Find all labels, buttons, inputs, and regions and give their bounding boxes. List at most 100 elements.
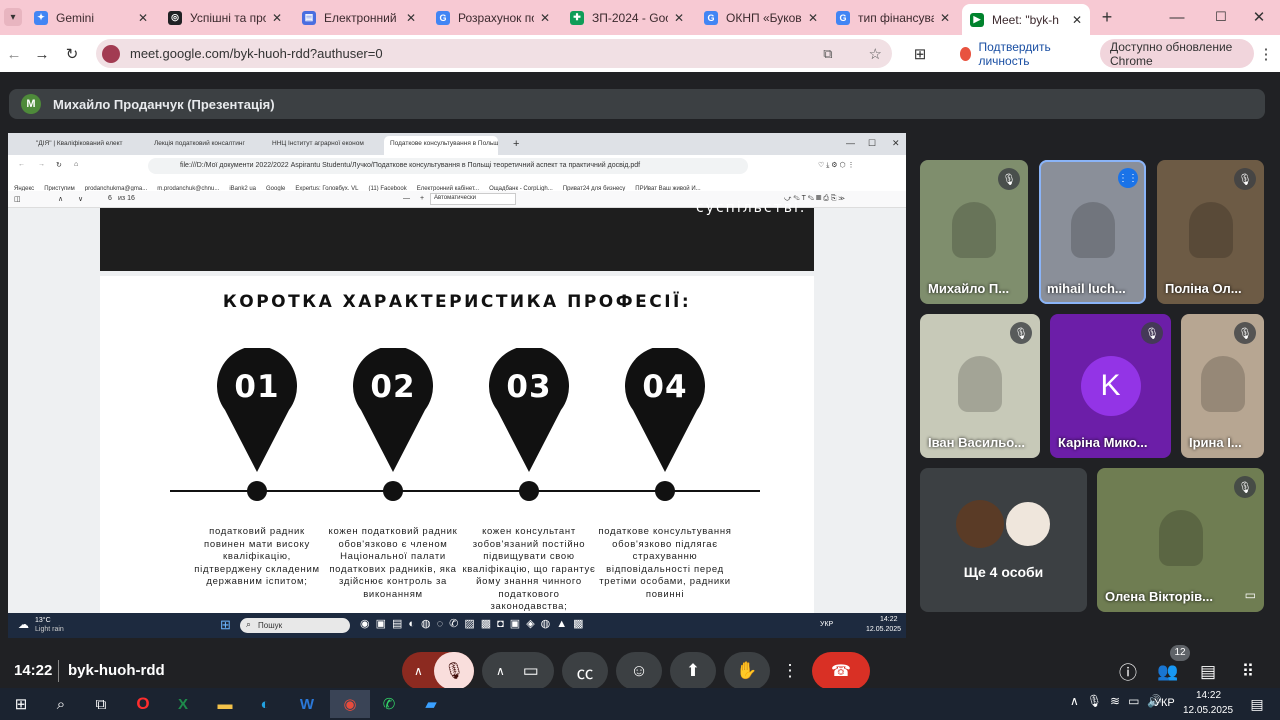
browser-tab[interactable]: ▶ Meet: "byk-h ✕	[962, 4, 1090, 35]
item-description: податковий радник повинен мати високу кв…	[194, 526, 320, 587]
participant-silhouette	[1188, 202, 1233, 258]
mic-options-icon[interactable]: ∧	[414, 664, 423, 678]
file-explorer-icon[interactable]: ▬	[210, 690, 240, 718]
taskbar-date[interactable]: 12.05.2025	[1183, 705, 1233, 716]
participant-tile[interactable]: K 🎙 Каріна Мико...	[1050, 314, 1171, 458]
mic-off-icon: 🎙	[998, 168, 1020, 190]
participant-tile[interactable]: ⋮⋮ mihail luch...	[1039, 160, 1146, 304]
start-icon[interactable]: ⊞	[6, 690, 36, 718]
forward-icon[interactable]: →	[32, 44, 52, 64]
taskbar-time[interactable]: 14:22	[1196, 690, 1221, 701]
excel-icon[interactable]: X	[168, 690, 198, 718]
participant-tile[interactable]: 🎙 Поліна Ол...	[1157, 160, 1264, 304]
browser-tab[interactable]: ✦ Gemini ✕	[26, 4, 156, 31]
tab-close-icon[interactable]: ✕	[1072, 13, 1082, 27]
item-number: 03	[506, 369, 552, 405]
pdf-page-count: из 16	[118, 195, 135, 202]
browser-tab[interactable]: Gтип фінансуван ✕	[828, 4, 958, 31]
weather-desc: Light rain	[35, 626, 64, 633]
browser-tab[interactable]: G Розрахунок пок ✕	[428, 4, 558, 31]
inner-lang: УКР	[820, 621, 834, 628]
minimize-icon[interactable]: —	[1168, 8, 1186, 26]
emoji-icon: ☺	[630, 661, 648, 680]
others-avatar-1	[956, 500, 1004, 548]
word-icon[interactable]: W	[292, 690, 322, 718]
raise-hand-button[interactable]: ✋	[724, 652, 770, 690]
inner-clock: 14:22	[880, 616, 898, 623]
tab-close-icon[interactable]: ✕	[272, 11, 282, 25]
hang-up-icon: ☎	[831, 663, 851, 680]
tab-search-icon[interactable]: ▾	[4, 8, 22, 26]
site-info-icon[interactable]	[102, 44, 120, 63]
item-description: кожен податковий радник обов'язково є чл…	[328, 526, 458, 600]
others-tile[interactable]: Ще 4 особи	[920, 468, 1087, 612]
chrome-icon[interactable]: ◉	[330, 690, 370, 718]
presenter-label: Михайло Проданчук (Презентація)	[53, 96, 275, 112]
bookmark-star-icon[interactable]: ☆	[869, 45, 882, 63]
browser-tab[interactable]: ✚ ЗП-2024 - Goog ✕	[562, 4, 692, 31]
participant-tile[interactable]: 🎙 Ірина І...	[1181, 314, 1264, 458]
maximize-icon[interactable]: ☐	[1212, 8, 1230, 26]
close-window-icon[interactable]: ✕	[1250, 8, 1268, 26]
app-icon[interactable]: ▰	[416, 690, 446, 718]
address-bar[interactable]: meet.google.com/byk-huoh-rdd?authuser=0 …	[96, 39, 892, 68]
others-avatar-2	[1004, 500, 1052, 548]
chat-icon[interactable]: ▤	[1196, 660, 1220, 684]
tab-close-icon[interactable]: ✕	[138, 11, 148, 25]
edge-icon[interactable]: ◐	[250, 690, 280, 718]
more-options-button[interactable]: ⋮	[776, 652, 804, 690]
participant-tile[interactable]: 🎙 ▭ Олена Вікторів...	[1097, 468, 1264, 612]
notifications-icon[interactable]: ▤	[1242, 690, 1272, 718]
info-icon[interactable]: ⓘ	[1116, 660, 1140, 684]
tab-close-icon[interactable]: ✕	[540, 11, 550, 25]
tab-favicon-icon: ▶	[970, 12, 984, 27]
inner-maximize-icon: ☐	[868, 138, 877, 148]
tab-favicon-icon: ▤	[302, 10, 316, 25]
mic-toggle-button[interactable]: 🎙	[434, 652, 474, 690]
search-icon[interactable]: ⌕	[46, 690, 76, 718]
participant-tile[interactable]: 🎙 Іван Васильо...	[920, 314, 1040, 458]
meet-clock: 14:22	[14, 662, 53, 679]
tab-close-icon[interactable]: ✕	[940, 11, 950, 25]
camera-icon[interactable]: ▭	[523, 661, 539, 681]
activities-icon[interactable]: ⠿	[1236, 660, 1260, 684]
others-label: Ще 4 особи	[963, 564, 1044, 580]
opera-icon[interactable]: O	[128, 690, 158, 718]
mic-off-icon: 🎙	[1234, 168, 1256, 190]
url-text: meet.google.com/byk-huoh-rdd?authuser=0	[130, 46, 383, 61]
extensions-icon[interactable]: ⊞	[910, 44, 930, 64]
pdf-zoom-select: Автоматически	[430, 193, 516, 205]
emoji-button[interactable]: ☺	[616, 652, 662, 690]
new-tab-icon[interactable]: +	[1098, 7, 1116, 27]
update-chrome-button[interactable]: Доступно обновление Chrome	[1100, 39, 1254, 68]
captions-button[interactable]: ㏄	[562, 652, 608, 690]
leave-call-button[interactable]: ☎	[812, 652, 870, 690]
verify-identity-button[interactable]: Подтвердить личность	[950, 39, 1092, 68]
browser-tab[interactable]: ◎ Успішні та пров ✕	[160, 4, 290, 31]
pdf-next-icon: ∨	[78, 196, 84, 203]
translate-icon[interactable]: ⧉	[823, 46, 832, 62]
camera-options-icon[interactable]: ∧	[496, 664, 505, 678]
present-button[interactable]: ⬆	[670, 652, 716, 690]
screen: { "browser": { "tabs": [ {"title": "Gemi…	[0, 0, 1280, 720]
inner-bookmarks-bar: Яндекс Приступим prodanchukma@gma... m.prod…	[8, 177, 906, 191]
timeline-dot	[383, 481, 403, 501]
tab-close-icon[interactable]: ✕	[674, 11, 684, 25]
whatsapp-icon[interactable]: ✆	[374, 690, 404, 718]
tab-close-icon[interactable]: ✕	[406, 11, 416, 25]
participant-tile[interactable]: 🎙 Михайло П...	[920, 160, 1028, 304]
back-icon[interactable]: ←	[4, 44, 24, 64]
task-view-icon[interactable]: ⧉	[86, 690, 116, 718]
map-pin-icon	[625, 348, 705, 472]
more-icon: ⋮	[781, 661, 799, 680]
pdf-prev-icon: ∧	[58, 196, 64, 203]
participants-count-badge: 12	[1170, 645, 1190, 661]
taskbar-lang[interactable]: УКР	[1154, 697, 1175, 709]
pdf-zoom-in-icon: +	[420, 195, 425, 202]
browser-tab[interactable]: ▤ Електронний ка ✕	[294, 4, 424, 31]
tab-close-icon[interactable]: ✕	[808, 11, 818, 25]
reload-icon[interactable]: ↻	[62, 44, 82, 64]
menu-kebab-icon[interactable]: ⋮	[1258, 44, 1274, 64]
people-icon[interactable]: 👥	[1156, 660, 1180, 684]
browser-tab[interactable]: G ОКНП «Буковин ✕	[696, 4, 826, 31]
